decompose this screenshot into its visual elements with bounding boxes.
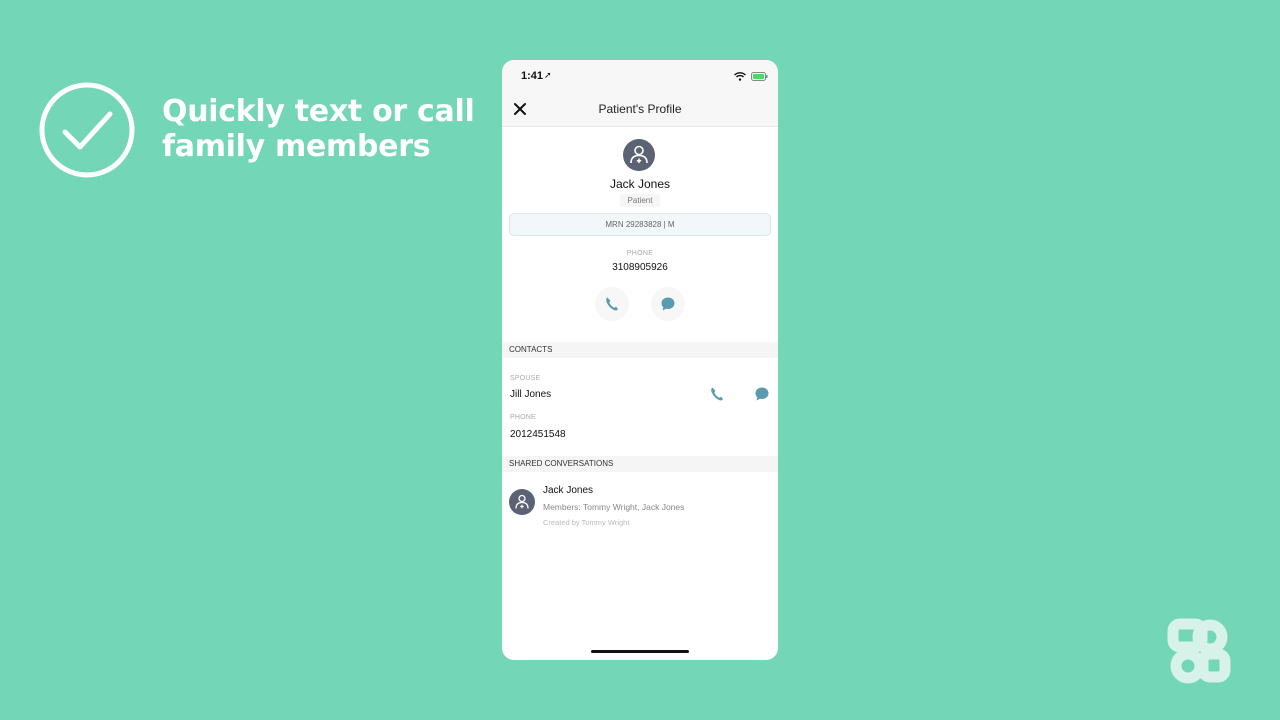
contact-name: Jill Jones bbox=[510, 389, 552, 400]
contacts-section-header: CONTACTS bbox=[502, 342, 778, 358]
user-plus-icon bbox=[630, 145, 648, 164]
home-indicator bbox=[591, 650, 689, 653]
call-contact-phone-icon[interactable] bbox=[709, 386, 725, 402]
chat-bubble-icon bbox=[661, 297, 675, 311]
wifi-icon bbox=[734, 72, 746, 81]
patient-phone: 3108905926 bbox=[612, 262, 668, 273]
contact-phone-label: PHONE bbox=[510, 414, 536, 421]
phone-icon bbox=[606, 297, 618, 311]
shared-conversations-header: SHARED CONVERSATIONS bbox=[502, 456, 778, 472]
status-bar: 1:41 ➚ bbox=[502, 60, 778, 94]
promo-headline: Quickly text or call family members bbox=[162, 94, 482, 164]
relation-label: SPOUSE bbox=[510, 375, 541, 382]
call-patient-button[interactable] bbox=[595, 287, 629, 321]
patient-avatar bbox=[623, 139, 655, 171]
patient-name: Jack Jones bbox=[609, 177, 671, 191]
page-title: Patient's Profile bbox=[598, 102, 682, 116]
conversation-title: Jack Jones bbox=[543, 485, 594, 496]
location-arrow-icon: ➚ bbox=[544, 70, 552, 80]
message-contact-chat-icon[interactable] bbox=[754, 386, 770, 402]
contact-phone: 2012451548 bbox=[510, 429, 566, 440]
phone-label: PHONE bbox=[626, 250, 654, 257]
checkmark-circle-icon bbox=[39, 82, 135, 178]
conversation-created-by: Created by Tommy Wright bbox=[543, 518, 630, 527]
conversation-members: Members: Tommy Wright, Jack Jones bbox=[543, 502, 685, 512]
battery-icon bbox=[751, 72, 768, 81]
mrn-info: MRN 29283828 | M bbox=[509, 213, 771, 236]
nav-bar: Patient's Profile bbox=[502, 94, 778, 127]
patient-role-badge: Patient bbox=[620, 194, 660, 207]
headline-line-1: Quickly text or call bbox=[162, 94, 475, 129]
headline-line-2: family members bbox=[162, 129, 431, 164]
message-patient-button[interactable] bbox=[651, 287, 685, 321]
conversation-avatar bbox=[509, 489, 535, 515]
user-plus-icon bbox=[515, 494, 529, 509]
phone-screen: 1:41 ➚ Patient's Profile Jack Jones Pati… bbox=[502, 60, 778, 660]
status-time: 1:41 bbox=[521, 70, 544, 82]
brand-logo-icon bbox=[1167, 618, 1231, 684]
conversation-item[interactable]: Jack Jones Members: Tommy Wright, Jack J… bbox=[502, 485, 778, 531]
